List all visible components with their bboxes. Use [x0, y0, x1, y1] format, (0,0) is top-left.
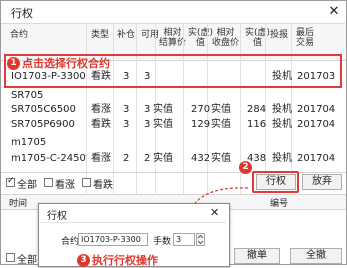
- cell-e: 实值: [211, 104, 231, 115]
- filter-put-checkbox[interactable]: [82, 178, 91, 187]
- cell-a: 2: [123, 153, 130, 164]
- cell-b: 2: [144, 153, 151, 164]
- cell-f: 116: [247, 119, 267, 130]
- dialog-title: 行权: [47, 211, 67, 222]
- cell-h: 201704: [297, 153, 336, 164]
- orders-all-label: 全部: [17, 255, 37, 266]
- divider: [40, 222, 226, 223]
- cell-contract: SR705: [11, 90, 44, 101]
- cell-e: 实值: [211, 153, 231, 164]
- orders-all-checkbox[interactable]: [6, 253, 15, 262]
- col-f[interactable]: 实(虚) 值: [245, 28, 270, 48]
- filter-all-label: 全部: [17, 180, 37, 191]
- table-row[interactable]: m1705-C-2450 看涨 2 2 实值 432 实值 438 投机 201…: [1, 151, 346, 166]
- close-icon[interactable]: ✕: [325, 3, 343, 21]
- table-row[interactable]: SR705C6500 看涨 3 3 实值 270 实值 284 投机 20170…: [1, 102, 346, 117]
- cell-c: 实值: [153, 104, 173, 115]
- cell-contract: SR705C6500: [11, 104, 76, 115]
- abandon-button[interactable]: 放弃: [302, 174, 342, 190]
- table-row[interactable]: SR705: [1, 88, 346, 103]
- cell-type: 看跌: [91, 119, 111, 130]
- step1-highlight: [4, 54, 342, 88]
- cell-a: 3: [123, 119, 130, 130]
- table-row[interactable]: SR705P6900 看跌 3 3 实值 129 实值 116 投机 20170…: [1, 117, 346, 132]
- withdraw-all-button[interactable]: 全撤: [290, 248, 342, 264]
- filter-put-label: 看跌: [93, 180, 113, 191]
- step2-marker: 2: [239, 161, 252, 174]
- withdraw-button[interactable]: 撤单: [234, 248, 280, 264]
- orders-col-code[interactable]: 编号: [270, 196, 288, 209]
- cell-c: 实值: [153, 153, 173, 164]
- col-a[interactable]: 补仓: [117, 30, 135, 40]
- cell-contract: m1705-C-2450: [11, 153, 86, 164]
- qty-stepper-icon[interactable]: [196, 233, 205, 246]
- col-g[interactable]: 投报: [270, 30, 288, 40]
- cell-f: 284: [247, 104, 267, 115]
- filter-call-checkbox[interactable]: [44, 178, 53, 187]
- filter-all-checkbox[interactable]: [6, 176, 15, 187]
- dialog-close-icon[interactable]: ✕: [210, 206, 219, 219]
- cell-type: 看涨: [91, 104, 111, 115]
- cell-type: 看涨: [91, 153, 111, 164]
- step3-text: 执行行权操作: [92, 254, 158, 267]
- cell-a: 3: [123, 104, 130, 115]
- col-h[interactable]: 最后 交易: [296, 28, 314, 48]
- cell-contract: m1705: [11, 137, 47, 148]
- col-e[interactable]: 相对 收盘价: [212, 28, 239, 48]
- col-c[interactable]: 相对 结算价: [159, 28, 186, 48]
- step2-highlight: [252, 171, 299, 193]
- step3-marker: 3: [77, 254, 90, 267]
- dialog-contract-label: 合约: [61, 237, 80, 247]
- cell-b: 3: [144, 104, 151, 115]
- cell-c: 实值: [153, 119, 173, 130]
- title-bar: 行权 ✕: [1, 1, 345, 24]
- cell-g: 投机: [272, 104, 292, 115]
- cell-h: 201704: [297, 104, 336, 115]
- cell-g: 投机: [272, 153, 292, 164]
- window-title: 行权: [11, 7, 33, 20]
- col-d[interactable]: 实(虚) 值: [188, 28, 213, 48]
- col-type[interactable]: 类型: [91, 30, 109, 40]
- cell-e: 实值: [211, 119, 231, 130]
- dialog-qty-field[interactable]: 3: [173, 233, 195, 246]
- cell-d: 129: [191, 119, 211, 130]
- cell-h: 201704: [297, 119, 336, 130]
- col-b[interactable]: 可用: [141, 30, 159, 40]
- cell-g: 投机: [272, 119, 292, 130]
- exercise-dialog: 行权 ✕ 合约 IO1703-P-3300 手数 3 3 执行行权操作: [38, 203, 230, 267]
- dialog-contract-field[interactable]: IO1703-P-3300: [78, 233, 148, 246]
- orders-col-time[interactable]: 时间: [9, 196, 27, 209]
- col-contract[interactable]: 合约: [10, 30, 28, 40]
- dialog-qty-label: 手数: [153, 237, 172, 247]
- cell-contract: SR705P6900: [11, 119, 75, 130]
- filter-call-label: 看涨: [55, 180, 75, 191]
- cell-b: 3: [144, 119, 151, 130]
- cell-d: 270: [191, 104, 211, 115]
- cell-d: 432: [191, 153, 211, 164]
- table-row[interactable]: m1705: [1, 135, 346, 150]
